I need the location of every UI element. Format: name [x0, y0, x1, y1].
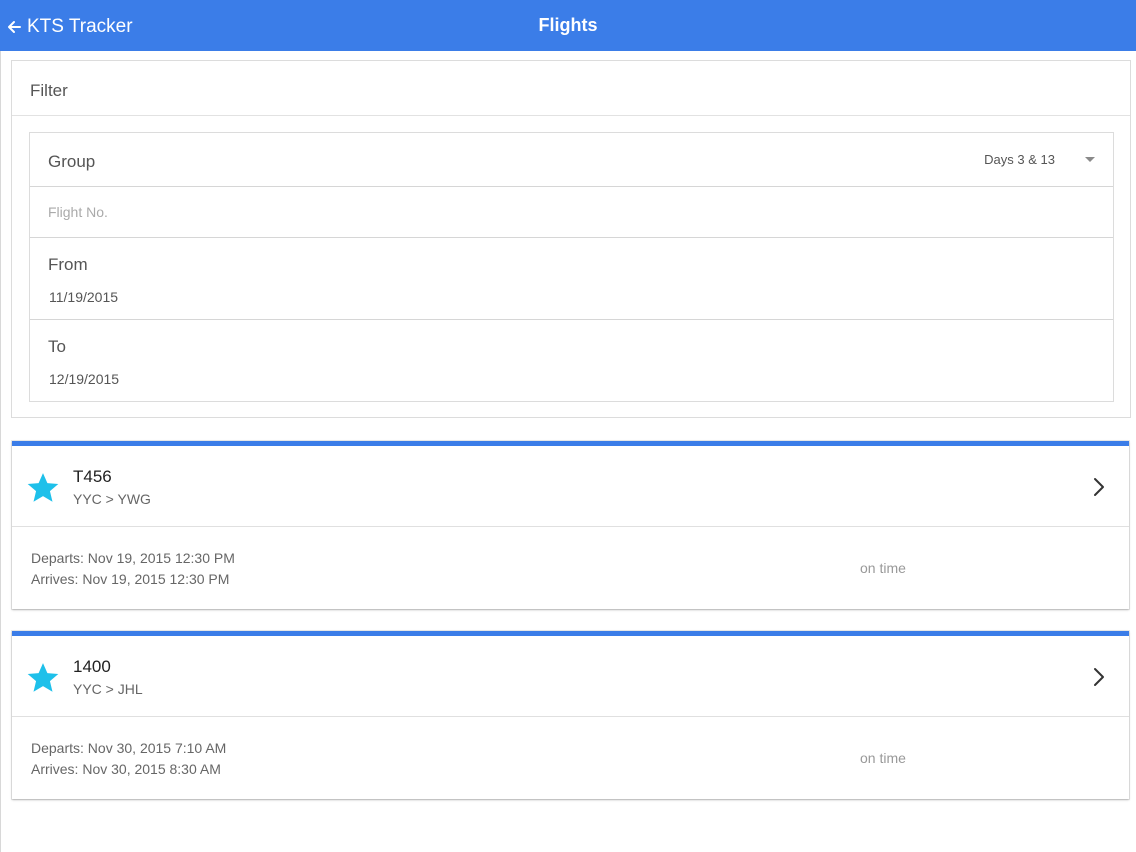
flight-route: YYC > YWG [73, 491, 151, 507]
from-label: From [48, 255, 88, 274]
flight-header[interactable]: 1400 YYC > JHL [12, 636, 1129, 717]
left-divider [0, 51, 1, 852]
departs-time: Departs: Nov 30, 2015 7:10 AM [31, 740, 227, 756]
star-icon[interactable] [26, 471, 60, 505]
filter-heading: Filter [12, 61, 1130, 116]
departs-time: Departs: Nov 19, 2015 12:30 PM [31, 550, 235, 566]
filter-panel: Filter Group Days 3 & 13 From 11/19/2015… [11, 60, 1131, 418]
flight-card: 1400 YYC > JHL Departs: Nov 30, 2015 7:1… [12, 631, 1129, 799]
filter-list: Group Days 3 & 13 From 11/19/2015 To 12/… [29, 132, 1114, 402]
to-date-field[interactable]: To 12/19/2015 [30, 320, 1113, 402]
from-value: 11/19/2015 [49, 289, 119, 305]
flight-number: 1400 [73, 657, 111, 676]
to-value: 12/19/2015 [49, 371, 120, 387]
arrives-time: Arrives: Nov 30, 2015 8:30 AM [31, 761, 221, 777]
flight-card: T456 YYC > YWG Departs: Nov 19, 2015 12:… [12, 441, 1129, 609]
chevron-right-icon[interactable] [1093, 667, 1105, 687]
flight-status: on time [860, 750, 906, 766]
from-date-field[interactable]: From 11/19/2015 [30, 238, 1113, 320]
group-select[interactable]: Group Days 3 & 13 [30, 133, 1113, 187]
flight-route: YYC > JHL [73, 681, 143, 697]
flight-number-row [30, 187, 1113, 238]
arrives-time: Arrives: Nov 19, 2015 12:30 PM [31, 571, 230, 587]
flight-details: Departs: Nov 30, 2015 7:10 AM Arrives: N… [12, 717, 1129, 799]
flight-number-input[interactable] [48, 202, 1088, 222]
flight-header[interactable]: T456 YYC > YWG [12, 446, 1129, 527]
group-value: Days 3 & 13 [984, 152, 1055, 167]
caret-down-icon [1085, 157, 1095, 162]
flight-details: Departs: Nov 19, 2015 12:30 PM Arrives: … [12, 527, 1129, 609]
top-navbar: KTS Tracker Flights [0, 0, 1136, 51]
to-label: To [48, 337, 66, 356]
group-label: Group [48, 152, 96, 171]
chevron-right-icon[interactable] [1093, 477, 1105, 497]
flight-number: T456 [73, 467, 112, 486]
flight-status: on time [860, 560, 906, 576]
star-icon[interactable] [26, 661, 60, 695]
page-title: Flights [538, 15, 598, 35]
